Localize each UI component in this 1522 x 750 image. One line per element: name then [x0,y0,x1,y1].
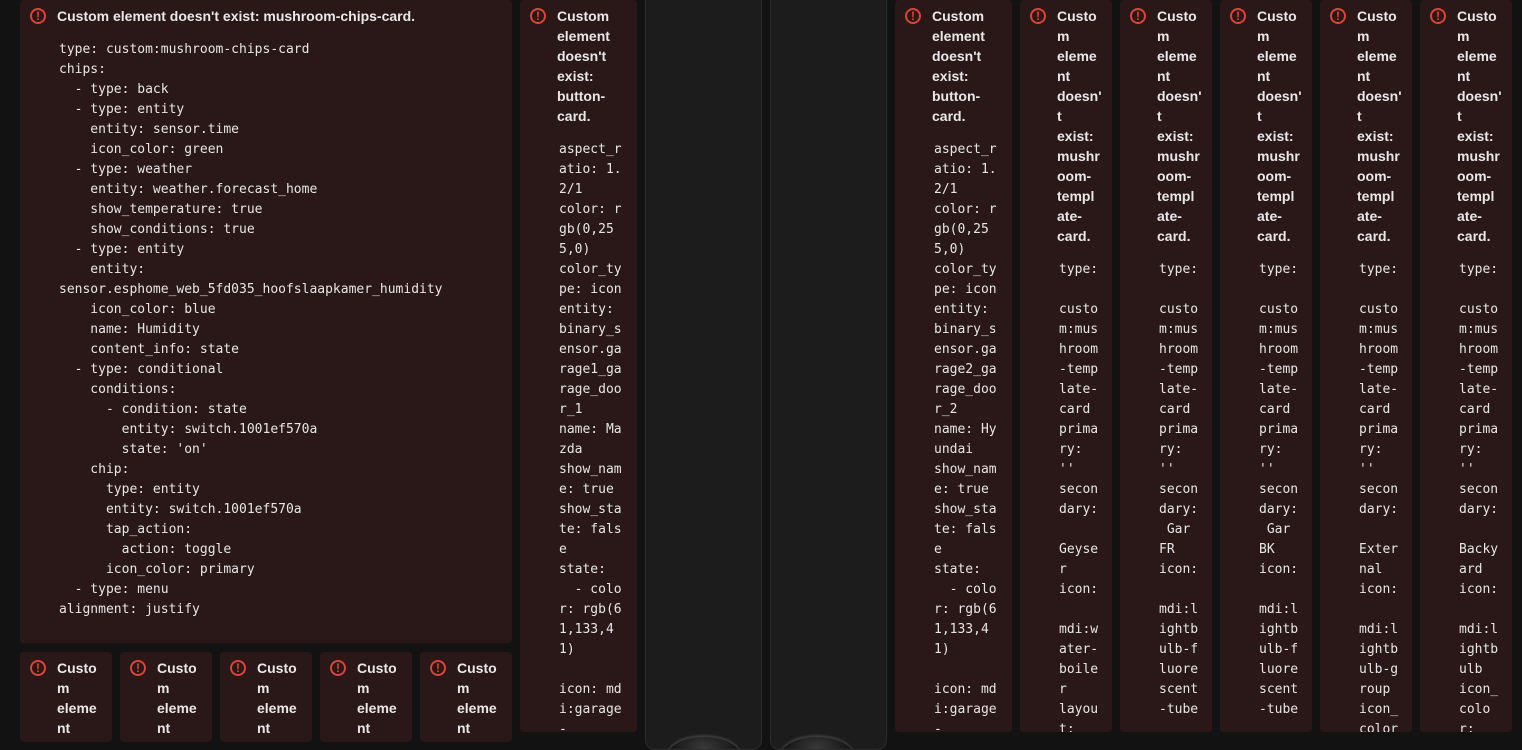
error-title: Custom element doesn't exist [457,660,502,742]
error-circle-icon: ! [1330,8,1346,24]
error-card-bottom-4: ! Custom element doesn't exist [320,652,412,742]
error-card-bottom-3: ! Custom element doesn't exist [220,652,312,742]
error-title: Custom element doesn't exist [357,660,402,742]
error-circle-icon: ! [330,660,346,676]
yaml-config: type: custom:mushroom-template-card prim… [1059,262,1099,732]
error-circle-icon: ! [1030,8,1046,24]
yaml-config: type: custom:mushroom-template-card prim… [1259,262,1299,717]
error-card-bottom-1: ! Custom element doesn't exist [20,652,112,742]
error-title: Custom element doesn't exist: mushroom-t… [1457,8,1502,244]
yaml-config: aspect_ratio: 1.2/1 color: rgb(0,255,0) … [934,142,997,732]
error-title: Custom element doesn't exist [257,660,302,742]
error-card-template-1: ! Custom element doesn't exist: mushroom… [1020,0,1112,732]
error-card-mushroom-chips: ! Custom element doesn't exist: mushroom… [20,0,512,643]
error-circle-icon: ! [430,660,446,676]
yaml-config: type: custom:mushroom-template-card prim… [1359,262,1399,732]
error-title: Custom element doesn't exist [57,660,102,742]
error-card-template-2: ! Custom element doesn't exist: mushroom… [1120,0,1212,732]
error-title: Custom element doesn't exist [157,660,202,742]
error-title: Custom element doesn't exist: mushroom-c… [57,8,416,24]
error-circle-icon: ! [230,660,246,676]
error-circle-icon: ! [130,660,146,676]
error-title: Custom element doesn't exist: mushroom-t… [1257,8,1302,244]
error-title: Custom element doesn't exist: button-car… [932,8,985,124]
car-image [666,737,741,749]
error-title: Custom element doesn't exist: mushroom-t… [1157,8,1202,244]
error-circle-icon: ! [30,8,46,24]
error-card-button-2: ! Custom element doesn't exist: button-c… [895,0,1012,732]
error-title: Custom element doesn't exist: mushroom-t… [1057,8,1102,244]
error-circle-icon: ! [30,660,46,676]
car-image [780,737,854,749]
picture-card-mazda[interactable] [645,0,762,750]
yaml-config: aspect_ratio: 1.2/1 color: rgb(0,255,0) … [559,142,622,732]
yaml-config: type: custom:mushroom-template-card prim… [1459,262,1499,732]
yaml-config: type: custom:mushroom-template-card prim… [1159,262,1199,717]
error-card-template-4: ! Custom element doesn't exist: mushroom… [1320,0,1412,732]
error-card-template-5: ! Custom element doesn't exist: mushroom… [1420,0,1512,732]
error-circle-icon: ! [530,8,546,24]
error-title: Custom element doesn't exist: button-car… [557,8,610,124]
error-card-bottom-2: ! Custom element doesn't exist [120,652,212,742]
error-card-bottom-5: ! Custom element doesn't exist [420,652,512,742]
error-circle-icon: ! [1130,8,1146,24]
error-card-button-1: ! Custom element doesn't exist: button-c… [520,0,637,732]
error-circle-icon: ! [905,8,921,24]
picture-card-hyundai[interactable] [770,0,887,750]
error-circle-icon: ! [1430,8,1446,24]
error-circle-icon: ! [1230,8,1246,24]
error-card-template-3: ! Custom element doesn't exist: mushroom… [1220,0,1312,732]
yaml-config: type: custom:mushroom-chips-card chips: … [59,42,443,617]
error-title: Custom element doesn't exist: mushroom-t… [1357,8,1402,244]
